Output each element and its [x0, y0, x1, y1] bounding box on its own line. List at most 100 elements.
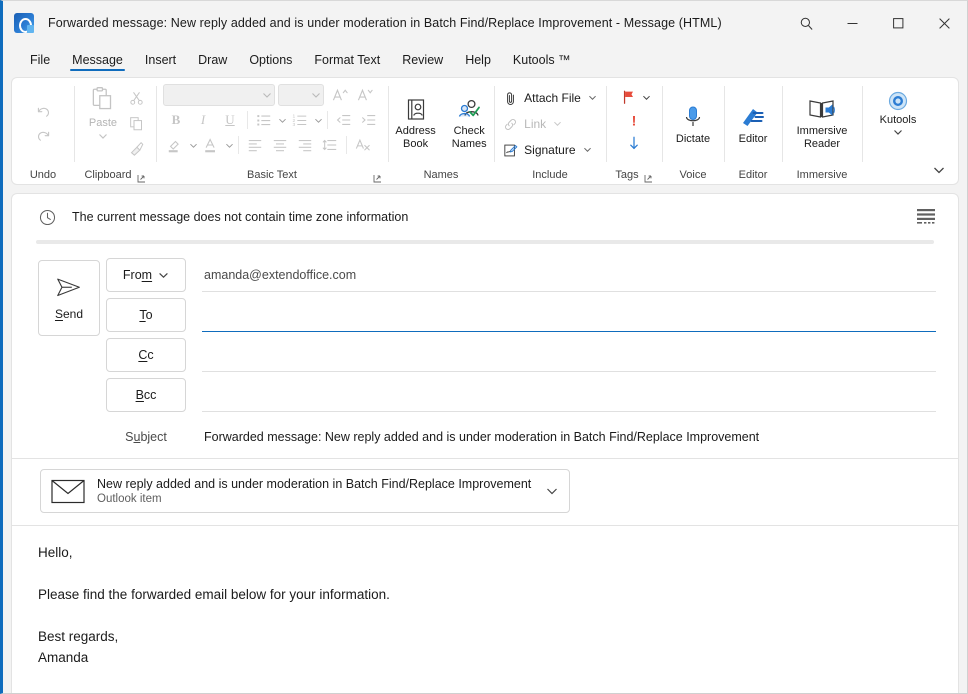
minimize-icon[interactable]	[829, 1, 875, 45]
signature-label: Signature	[524, 143, 575, 157]
body-greeting: Hello,	[38, 542, 932, 563]
address-book-line1: Address	[395, 125, 435, 137]
copy-icon[interactable]	[124, 112, 148, 134]
font-name-input[interactable]	[163, 84, 275, 106]
search-icon[interactable]	[783, 1, 829, 45]
chevron-down-icon[interactable]	[311, 91, 321, 99]
format-row: B I U	[163, 107, 381, 131]
divider	[346, 136, 347, 154]
svg-text:!: !	[632, 113, 637, 128]
bullets-icon[interactable]	[252, 109, 276, 131]
center-icon[interactable]	[268, 134, 292, 156]
tab-file[interactable]: File	[19, 51, 61, 73]
flag-chevron-down-icon[interactable]	[641, 86, 651, 108]
tab-insert[interactable]: Insert	[134, 51, 187, 73]
bullets-chevron-down-icon[interactable]	[277, 109, 287, 131]
compose-surface: The current message does not contain tim…	[11, 193, 959, 694]
bold-icon[interactable]: B	[163, 109, 189, 131]
chevron-down-icon[interactable]	[158, 271, 169, 279]
from-label: From	[123, 268, 152, 282]
tags-dialog-launcher-icon[interactable]	[644, 171, 653, 180]
close-icon[interactable]	[921, 1, 967, 45]
numbering-chevron-down-icon[interactable]	[313, 109, 323, 131]
numbering-icon[interactable]: 123	[288, 109, 312, 131]
shrink-font-icon[interactable]	[353, 84, 377, 106]
align-left-icon[interactable]	[243, 134, 267, 156]
kutools-button[interactable]: Kutools	[874, 88, 923, 138]
chevron-down-icon[interactable]	[588, 93, 597, 103]
bcc-input[interactable]	[202, 378, 936, 412]
message-body[interactable]: Hello, Please find the forwarded email b…	[12, 526, 958, 668]
high-importance-icon[interactable]: !	[622, 109, 646, 131]
check-names-button[interactable]: Check Names	[446, 95, 493, 153]
cc-input[interactable]	[202, 338, 936, 372]
tab-message[interactable]: Message	[61, 51, 134, 73]
to-input[interactable]	[202, 298, 936, 332]
address-book-label: Address Book	[395, 125, 435, 151]
tab-help[interactable]: Help	[454, 51, 502, 73]
maximize-icon[interactable]	[875, 1, 921, 45]
bcc-label: Bcc	[136, 388, 157, 402]
bcc-button[interactable]: Bcc	[106, 378, 186, 412]
chevron-down-icon[interactable]	[583, 145, 592, 155]
signature-button[interactable]: Signature	[497, 138, 603, 162]
attach-file-button[interactable]: Attach File	[497, 86, 603, 110]
hamburger-icon[interactable]	[916, 208, 936, 229]
basic-text-dialog-launcher-icon[interactable]	[373, 171, 382, 180]
paperclip-icon	[503, 91, 518, 106]
tab-draw[interactable]: Draw	[187, 51, 238, 73]
outlook-icon	[14, 13, 34, 33]
bcc-row: Bcc	[106, 378, 936, 418]
tab-format-text[interactable]: Format Text	[303, 51, 391, 73]
grow-font-icon[interactable]	[328, 84, 352, 106]
tab-options[interactable]: Options	[238, 51, 303, 73]
low-importance-icon[interactable]	[622, 132, 646, 154]
chevron-down-icon[interactable]	[262, 91, 272, 99]
align-right-icon[interactable]	[293, 134, 317, 156]
from-value[interactable]: amanda@extendoffice.com	[202, 258, 936, 292]
font-color-chevron-down-icon[interactable]	[224, 134, 234, 156]
editor-button[interactable]: Editor	[733, 101, 774, 148]
link-button[interactable]: Link	[497, 112, 603, 136]
text-highlight-color-icon[interactable]	[163, 134, 187, 156]
dictate-button[interactable]: Dictate	[670, 101, 716, 148]
send-button[interactable]: Send	[38, 260, 100, 336]
immersive-reader-button[interactable]: Immersive Reader	[791, 95, 854, 153]
collapse-ribbon-icon[interactable]	[928, 160, 950, 180]
subject-input[interactable]: Forwarded message: New reply added and i…	[202, 420, 936, 454]
clipboard-dialog-launcher-icon[interactable]	[137, 171, 146, 180]
ribbon: Undo Paste	[11, 77, 959, 185]
paste-button[interactable]: Paste	[82, 84, 124, 142]
attachment-meta: New reply added and is under moderation …	[97, 477, 531, 506]
chevron-down-icon[interactable]	[553, 119, 562, 129]
tab-kutools[interactable]: Kutools ™	[502, 51, 582, 73]
link-icon	[503, 117, 518, 132]
underline-icon[interactable]: U	[217, 109, 243, 131]
format-painter-icon[interactable]	[124, 137, 148, 159]
highlight-chevron-down-icon[interactable]	[188, 134, 198, 156]
to-button[interactable]: To	[106, 298, 186, 332]
undo-icon[interactable]	[31, 101, 55, 123]
link-label: Link	[524, 117, 546, 131]
redo-icon[interactable]	[31, 125, 55, 147]
send-label: Send	[55, 307, 83, 321]
increase-indent-icon[interactable]	[357, 109, 381, 131]
line-spacing-icon[interactable]	[318, 134, 342, 156]
clear-formatting-icon[interactable]	[351, 134, 375, 156]
font-color-icon[interactable]	[199, 134, 223, 156]
font-size-input[interactable]	[278, 84, 324, 106]
chevron-down-icon[interactable]	[893, 128, 903, 136]
ribbon-tabs: File Message Insert Draw Options Format …	[3, 45, 967, 73]
italic-icon[interactable]: I	[190, 109, 216, 131]
address-book-button[interactable]: Address Book	[389, 95, 441, 153]
cc-button[interactable]: Cc	[106, 338, 186, 372]
chevron-down-icon[interactable]	[98, 132, 108, 140]
tab-review[interactable]: Review	[391, 51, 454, 73]
follow-up-flag-icon[interactable]	[617, 86, 641, 108]
immersive-line2: Reader	[804, 138, 840, 150]
from-button[interactable]: From	[106, 258, 186, 292]
chevron-down-icon[interactable]	[543, 487, 561, 496]
decrease-indent-icon[interactable]	[332, 109, 356, 131]
cut-icon[interactable]	[124, 87, 148, 109]
attachment-chip[interactable]: New reply added and is under moderation …	[40, 469, 570, 513]
